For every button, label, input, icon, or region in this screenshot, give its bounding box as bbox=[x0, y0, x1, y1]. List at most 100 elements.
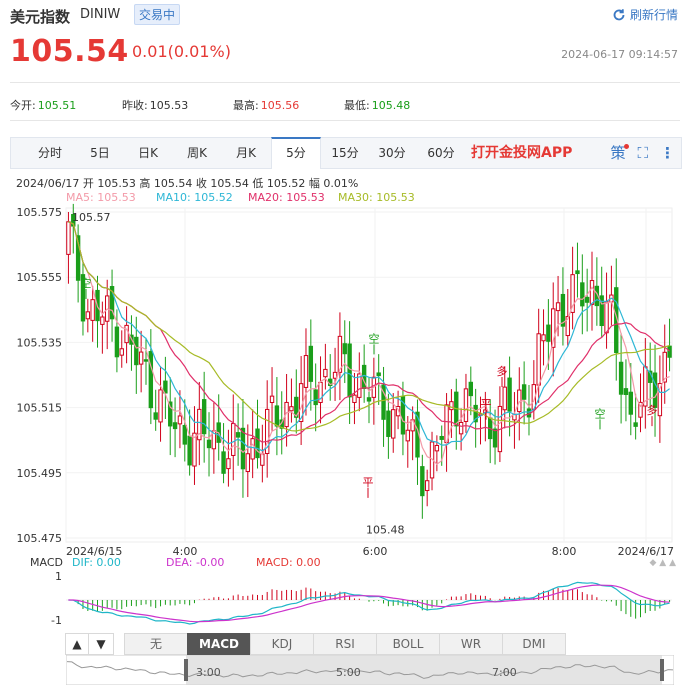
ohlc-summary: 2024/06/17 开 105.53 高 105.54 收 105.54 低 … bbox=[16, 177, 359, 190]
candle-body bbox=[158, 389, 163, 423]
tab-monthly[interactable]: 月K bbox=[221, 138, 271, 169]
candle-body bbox=[100, 316, 105, 325]
candle-body bbox=[177, 415, 183, 425]
tab-60min[interactable]: 60分 bbox=[416, 138, 466, 169]
stat-open-value: 105.51 bbox=[37, 99, 77, 112]
stat-high-value: 105.56 bbox=[260, 99, 300, 112]
candle-body bbox=[633, 422, 638, 427]
macd-tick-label: -1 bbox=[51, 614, 62, 627]
status-badge: 交易中 bbox=[134, 4, 181, 25]
candle-body bbox=[652, 372, 658, 408]
candle-body bbox=[260, 453, 265, 466]
navigator-handle-left bbox=[184, 659, 188, 681]
stat-high: 最高: 105.56 bbox=[233, 97, 299, 113]
candle-body bbox=[628, 391, 633, 415]
navigator-label: 3:00 bbox=[196, 666, 221, 679]
tab-weekly[interactable]: 周K bbox=[172, 138, 222, 169]
time-navigator[interactable]: 3:00 5:00 7:00 bbox=[66, 655, 674, 685]
kline-chart[interactable]: 105.575 105.555 105.535 105.515 105.495 105.4… bbox=[0, 200, 684, 560]
indicator-wr[interactable]: WR bbox=[439, 633, 503, 655]
candle-body bbox=[274, 405, 280, 427]
stat-prev-label: 昨收: bbox=[122, 99, 148, 112]
candle-body bbox=[226, 458, 231, 470]
candle-body bbox=[313, 389, 318, 406]
tab-30min[interactable]: 30分 bbox=[369, 138, 415, 169]
candle-body bbox=[424, 480, 430, 492]
candle-body bbox=[240, 427, 246, 470]
plot-frame bbox=[65, 207, 673, 543]
min-price-label: 105.48 bbox=[366, 523, 405, 536]
tab-5day[interactable]: 5日 bbox=[75, 138, 125, 169]
candle-body bbox=[589, 280, 595, 305]
stat-open: 今开: 105.51 bbox=[10, 97, 76, 113]
y-tick-label: 105.575 bbox=[17, 206, 63, 219]
candle-body bbox=[546, 324, 551, 342]
candle-body bbox=[439, 435, 444, 440]
candle-body bbox=[119, 348, 124, 356]
candle-body bbox=[201, 399, 207, 435]
candle-body bbox=[352, 394, 357, 403]
stat-prev: 昨收: 105.53 bbox=[122, 97, 188, 113]
candle-body bbox=[138, 351, 144, 365]
strategy-icon[interactable]: 策 bbox=[610, 138, 630, 169]
candle-body bbox=[269, 395, 275, 403]
candle-body bbox=[517, 389, 522, 413]
candle-body bbox=[289, 406, 294, 412]
refresh-button[interactable]: 刷新行情 bbox=[612, 6, 678, 23]
candle-body bbox=[575, 270, 580, 275]
candle-body bbox=[376, 372, 381, 377]
tab-15min[interactable]: 15分 bbox=[322, 138, 368, 169]
tab-5min[interactable]: 5分 bbox=[271, 137, 321, 169]
candle-body bbox=[347, 343, 352, 398]
signal-long: 多 bbox=[647, 403, 658, 417]
scroll-up-button[interactable]: ▲ bbox=[65, 633, 89, 655]
candle-body bbox=[405, 429, 410, 442]
indicator-rsi[interactable]: RSI bbox=[313, 633, 377, 655]
candle-body bbox=[449, 401, 454, 411]
stat-prev-value: 105.53 bbox=[149, 99, 189, 112]
indicator-boll[interactable]: BOLL bbox=[376, 633, 440, 655]
signal-close: 平 bbox=[481, 398, 492, 411]
candle-body bbox=[332, 371, 338, 379]
indicator-kdj[interactable]: KDJ bbox=[250, 633, 314, 655]
scroll-down-button[interactable]: ▼ bbox=[88, 633, 114, 655]
candle-body bbox=[192, 432, 197, 467]
last-price: 105.54 bbox=[10, 34, 129, 69]
candle-body bbox=[623, 388, 629, 395]
indicator-none[interactable]: 无 bbox=[124, 633, 188, 655]
signal-long: 多 bbox=[497, 364, 508, 378]
candle-body bbox=[153, 412, 158, 420]
candle-body bbox=[386, 410, 391, 437]
open-app-link[interactable]: 打开金投网APP bbox=[471, 138, 572, 169]
signal-short: 空 bbox=[369, 331, 380, 345]
candle-body bbox=[458, 421, 464, 435]
x-tick-label: 6:00 bbox=[363, 545, 388, 558]
indicator-dmi[interactable]: DMI bbox=[502, 633, 566, 655]
candle-body bbox=[206, 439, 212, 449]
price-change: 0.01(0.01%) bbox=[132, 42, 231, 61]
candle-body bbox=[231, 423, 236, 456]
tab-fenshi[interactable]: 分时 bbox=[25, 138, 75, 169]
candle-body bbox=[85, 311, 91, 320]
navigator-label: 7:00 bbox=[492, 666, 517, 679]
header-divider bbox=[10, 82, 680, 83]
y-tick-label: 105.515 bbox=[17, 402, 63, 415]
candle-body bbox=[221, 451, 226, 474]
indicator-macd[interactable]: MACD bbox=[187, 633, 251, 655]
candle-body bbox=[555, 302, 561, 312]
refresh-icon bbox=[613, 8, 625, 20]
quote-timestamp: 2024-06-17 09:14:57 bbox=[561, 48, 678, 61]
candle-body bbox=[245, 453, 250, 472]
candle-body bbox=[342, 343, 347, 355]
candle-body bbox=[255, 428, 260, 459]
fullscreen-icon[interactable]: ⛶ bbox=[637, 138, 648, 169]
tab-daily[interactable]: 日K bbox=[123, 138, 173, 169]
candle-body bbox=[580, 282, 585, 307]
macd-arrows: ◆ ▲ ▲ bbox=[649, 558, 677, 568]
refresh-label: 刷新行情 bbox=[629, 8, 678, 22]
more-icon[interactable]: ⋮ bbox=[660, 138, 675, 169]
candle-body bbox=[114, 326, 120, 358]
max-price-label: 105.57 bbox=[72, 211, 111, 224]
instrument-title: 美元指数 bbox=[10, 8, 71, 26]
stats-divider bbox=[10, 120, 680, 121]
